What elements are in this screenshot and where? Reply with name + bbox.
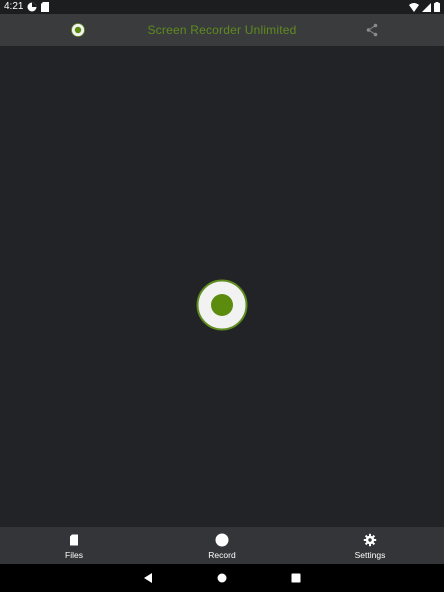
nav-label-record: Record <box>208 550 236 560</box>
nav-item-files[interactable]: Files <box>34 527 114 564</box>
recents-icon[interactable] <box>289 571 303 585</box>
bottom-nav: Files Record Settings <box>0 527 444 564</box>
nav-label-files: Files <box>65 550 83 560</box>
system-nav-bar <box>0 564 444 592</box>
status-time: 4:21 <box>4 1 24 12</box>
record-icon <box>196 279 248 331</box>
share-icon[interactable] <box>364 22 380 38</box>
back-icon[interactable] <box>141 571 155 585</box>
screen: 4:21 Screen Recorder Unlimited Files Rec… <box>0 0 444 592</box>
nav-item-settings[interactable]: Settings <box>330 527 410 564</box>
gear-icon <box>363 533 377 547</box>
circle-icon <box>215 533 229 547</box>
nav-item-record[interactable]: Record <box>182 527 262 564</box>
home-icon[interactable] <box>215 571 229 585</box>
nav-label-settings: Settings <box>354 550 386 560</box>
app-bar: Screen Recorder Unlimited <box>0 14 444 46</box>
sd-card-icon <box>67 533 81 547</box>
record-button[interactable] <box>196 279 248 331</box>
status-bar: 4:21 <box>0 0 444 14</box>
